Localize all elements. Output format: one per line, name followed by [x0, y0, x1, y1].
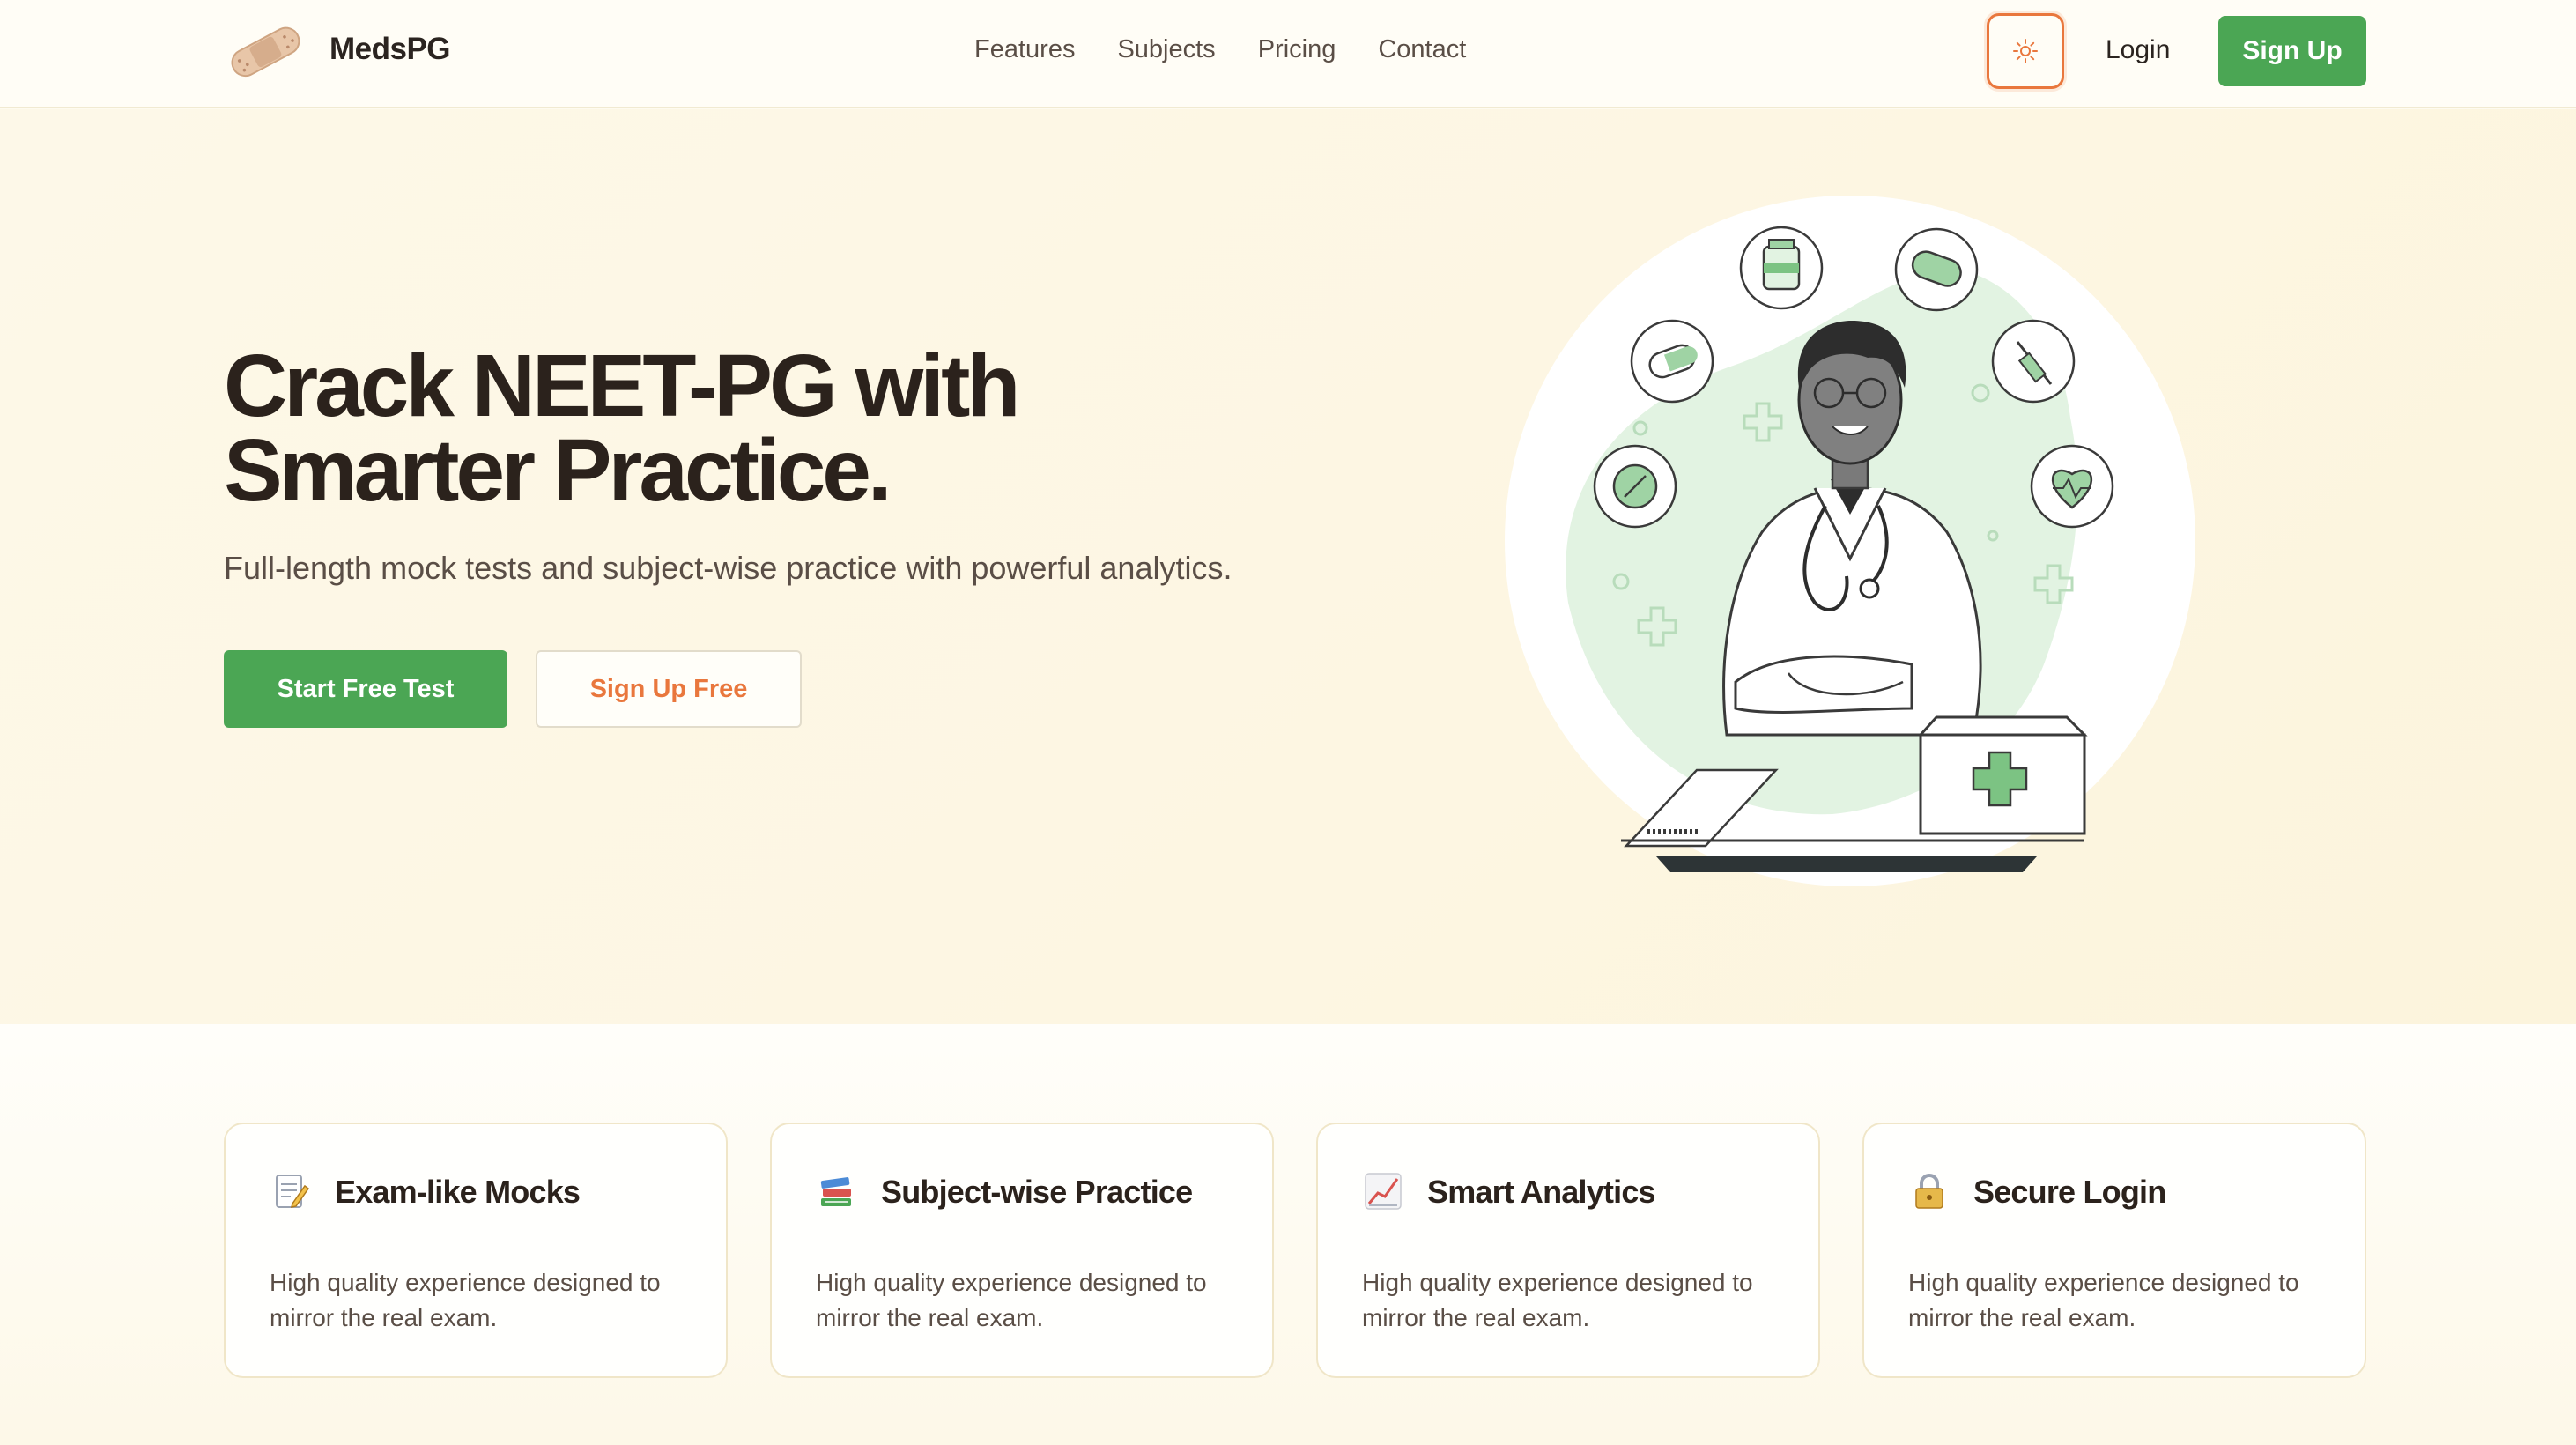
nav-link-pricing[interactable]: Pricing: [1258, 35, 1336, 64]
books-icon: [820, 1177, 851, 1206]
bandage-logo-icon[interactable]: [226, 21, 305, 81]
feature-title: Smart Analytics: [1427, 1174, 1656, 1210]
feature-description: High quality experience designed to mirr…: [270, 1269, 661, 1331]
nav-link-features[interactable]: Features: [974, 35, 1075, 64]
feature-title: Secure Login: [1973, 1174, 2166, 1210]
doctor-illustration: [1505, 196, 2195, 886]
feature-description: High quality experience designed to mirr…: [1908, 1269, 2299, 1331]
hero-title-line-1: Crack NEET-PG with: [224, 337, 1020, 435]
feature-description: High quality experience designed to mirr…: [1362, 1269, 1753, 1331]
lock-icon: [1915, 1174, 1943, 1209]
feature-title: Subject-wise Practice: [881, 1174, 1193, 1210]
nav-link-contact[interactable]: Contact: [1378, 35, 1466, 64]
hero-title: Crack NEET-PG with Smarter Practice.: [224, 337, 1193, 520]
feature-card-subject-practice: Subject-wise Practice High quality exper…: [770, 1123, 1274, 1378]
feature-card-secure-login: Secure Login High quality experience des…: [1862, 1123, 2366, 1378]
sun-icon: [2013, 39, 2038, 63]
feature-description: High quality experience designed to mirr…: [816, 1269, 1207, 1331]
signup-free-button[interactable]: Sign Up Free: [536, 650, 802, 728]
signup-button[interactable]: Sign Up: [2218, 16, 2366, 86]
feature-card-smart-analytics: Smart Analytics High quality experience …: [1316, 1123, 1820, 1378]
login-button[interactable]: Login: [2106, 35, 2170, 65]
feature-title: Exam-like Mocks: [335, 1174, 581, 1210]
memo-icon: [276, 1175, 310, 1208]
top-navbar: MedsPG Features Subjects Pricing Contact…: [0, 0, 2576, 108]
brand-name[interactable]: MedsPG: [329, 32, 451, 67]
start-free-test-button[interactable]: Start Free Test: [224, 650, 507, 728]
theme-toggle-button[interactable]: [1987, 13, 2064, 89]
hero-title-line-2: Smarter Practice.: [224, 421, 892, 520]
main-nav: Features Subjects Pricing Contact: [974, 35, 1466, 64]
nav-link-subjects[interactable]: Subjects: [1117, 35, 1215, 64]
hero-subtitle: Full-length mock tests and subject-wise …: [224, 550, 1232, 586]
chart-icon: [1365, 1173, 1402, 1210]
feature-card-exam-mocks: Exam-like Mocks High quality experience …: [224, 1123, 728, 1378]
